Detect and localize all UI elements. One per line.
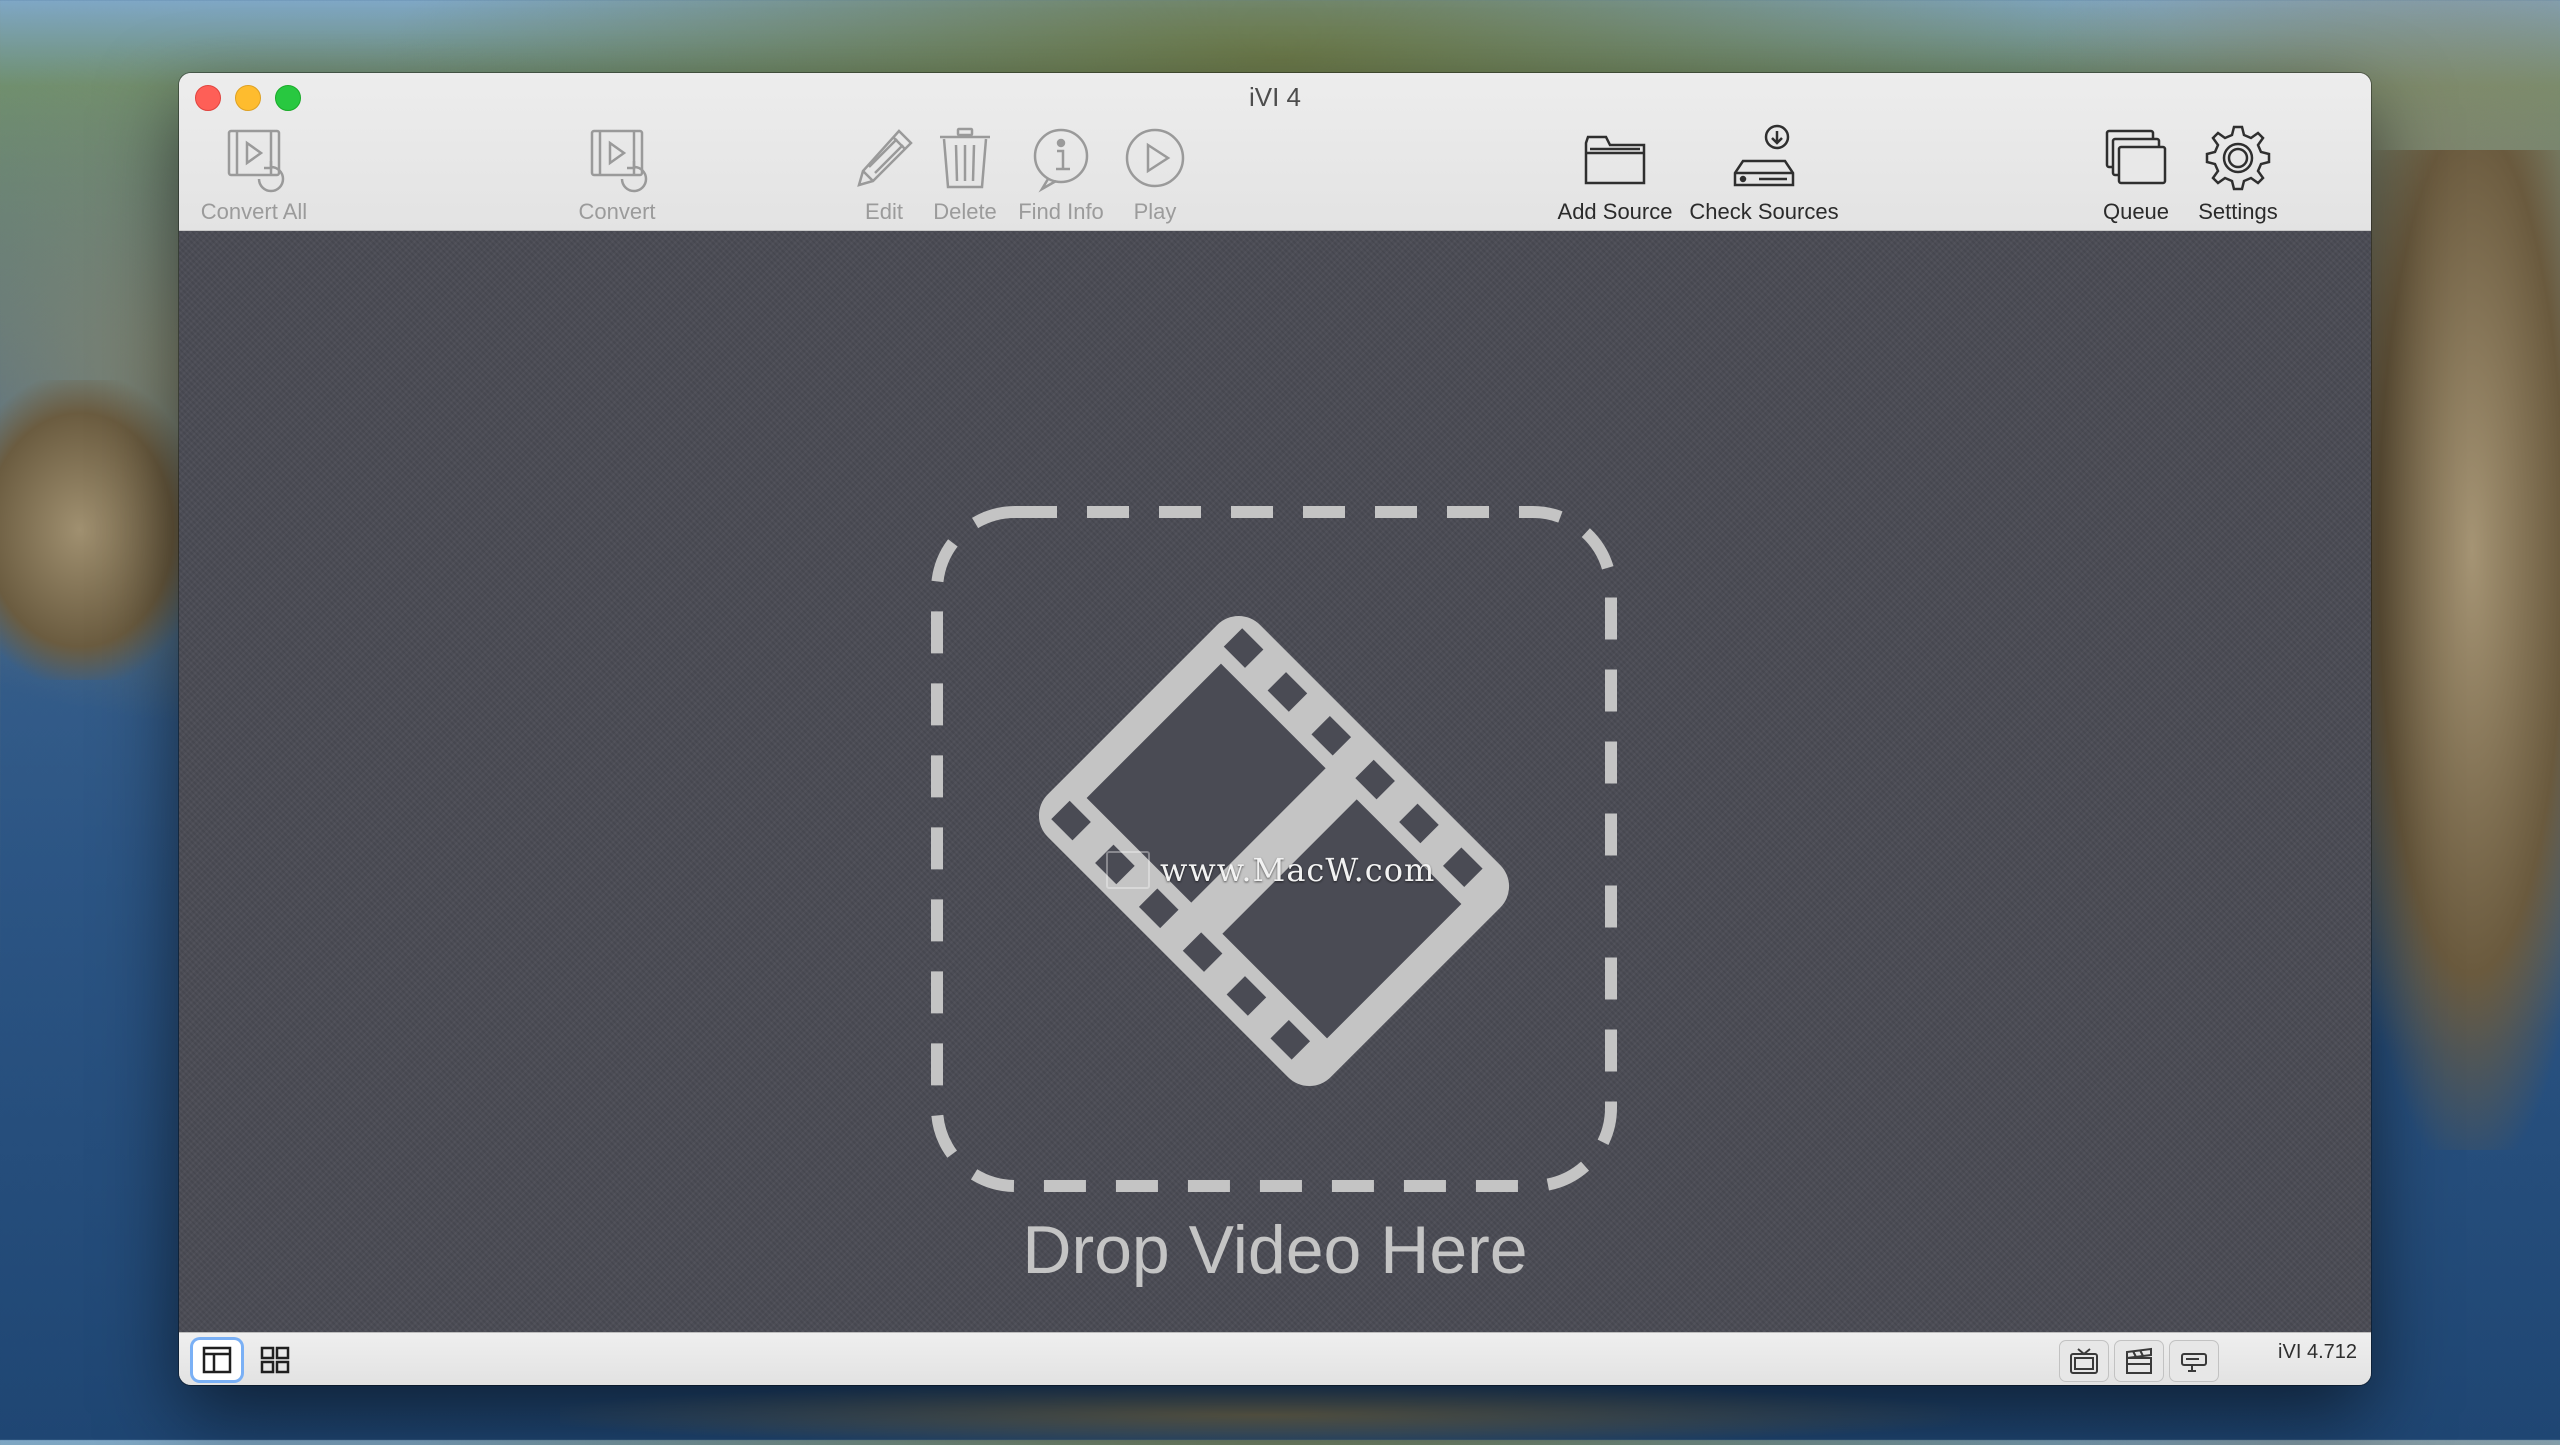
- add-source-label: Add Source: [1557, 199, 1673, 224]
- tv-icon: [2070, 1348, 2098, 1374]
- trash-icon: [940, 127, 990, 189]
- queue-button[interactable]: Queue: [2091, 123, 2181, 225]
- drive-download-icon: [1733, 124, 1795, 187]
- desktop-wallpaper-left: [0, 380, 200, 680]
- queue-label: Queue: [2102, 199, 2170, 224]
- grid-view-button[interactable]: [251, 1340, 299, 1380]
- tv-button[interactable]: [2059, 1340, 2109, 1382]
- grid-view-icon: [260, 1346, 290, 1374]
- gear-icon: [2205, 125, 2271, 191]
- play-icon: [1125, 128, 1185, 188]
- drop-area[interactable]: www.MacW.com Drop Video Here: [179, 231, 2371, 1385]
- folder-icon: [1584, 135, 1646, 185]
- clapperboard-icon: [2126, 1347, 2152, 1374]
- status-bar: iVI 4.712: [179, 1332, 2371, 1385]
- queue-icon: [2105, 129, 2167, 185]
- watermark-text: www.MacW.com: [1160, 851, 1436, 889]
- delete-button[interactable]: Delete: [925, 123, 1005, 225]
- convert-label: Convert: [578, 199, 656, 224]
- desktop-wallpaper-right: [2340, 150, 2560, 1150]
- find-info-label: Find Info: [1018, 199, 1104, 224]
- info-icon: [1033, 128, 1089, 193]
- pencil-icon: [857, 129, 913, 187]
- convert-all-button[interactable]: Convert All: [193, 123, 315, 225]
- titlebar-toolbar: iVI 4 Convert All Convert Edit Delete Fi…: [179, 73, 2371, 231]
- watermark: www.MacW.com: [1106, 851, 1435, 889]
- settings-button[interactable]: Settings: [2183, 123, 2293, 225]
- convert-all-icon: [227, 129, 285, 193]
- drop-video-label: Drop Video Here: [1022, 1212, 1528, 1288]
- device-icon: [2181, 1353, 2207, 1372]
- edit-button[interactable]: Edit: [845, 123, 923, 225]
- device-button[interactable]: [2169, 1340, 2219, 1382]
- play-label: Play: [1133, 199, 1177, 224]
- list-view-button[interactable]: [193, 1340, 241, 1380]
- drop-zone-frame: [931, 506, 1617, 1192]
- window-title: iVI 4: [1248, 82, 1302, 112]
- desktop-wallpaper-bottom: [560, 1385, 1960, 1445]
- find-info-button[interactable]: Find Info: [1011, 123, 1111, 225]
- app-window: iVI 4 Convert All Convert Edit Delete Fi…: [179, 73, 2371, 1385]
- convert-all-label: Convert All: [200, 199, 308, 224]
- convert-button[interactable]: Convert: [567, 123, 667, 225]
- check-sources-label: Check Sources: [1689, 199, 1839, 224]
- convert-icon: [590, 129, 648, 193]
- watermark-logo-icon: [1106, 851, 1150, 889]
- list-view-icon: [202, 1346, 232, 1374]
- app-version: iVI 4.712: [2278, 1341, 2357, 1363]
- play-button[interactable]: Play: [1117, 123, 1193, 225]
- movie-button[interactable]: [2114, 1340, 2164, 1382]
- edit-label: Edit: [865, 199, 903, 224]
- check-sources-button[interactable]: Check Sources: [1674, 123, 1854, 225]
- settings-label: Settings: [2198, 199, 2278, 224]
- delete-label: Delete: [933, 199, 997, 224]
